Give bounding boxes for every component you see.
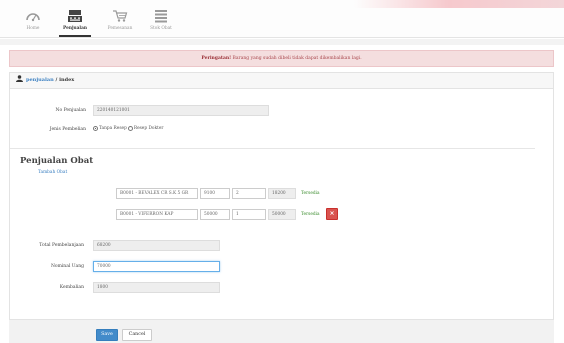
jenis-pembelian-label: Jenis Pembelian (49, 127, 86, 132)
alert-strong: Peringatan! (201, 56, 232, 61)
nav-label-penjualan: Penjualan (63, 26, 87, 31)
header-decoration (354, 0, 564, 8)
top-navbar: Home Penjualan Pemesanan Stok Obat (0, 0, 564, 38)
breadcrumb-page: index (59, 77, 75, 83)
register-icon (68, 10, 82, 22)
cart-icon (113, 10, 128, 22)
total-field: 68200 (93, 240, 220, 251)
obat-qty-field[interactable]: 2 (232, 188, 266, 199)
cancel-button[interactable]: Cancel (122, 329, 152, 341)
sub-header-strip (0, 39, 564, 45)
nav-item-home[interactable]: Home (13, 9, 53, 31)
kembalian-field: 1800 (93, 282, 220, 293)
remove-obat-button[interactable]: × (326, 208, 338, 220)
obat-price-field[interactable]: 50000 (200, 209, 230, 220)
obat-status-badge: Tersedia (301, 191, 320, 196)
dashboard-icon (26, 13, 40, 22)
nominal-input[interactable]: 70000 (93, 261, 220, 272)
save-button[interactable]: Save (96, 329, 118, 341)
no-penjualan-label: No Penjualan (55, 108, 86, 113)
obat-subtotal-field: 50000 (268, 209, 296, 220)
nav-item-pemesanan[interactable]: Pemesanan (100, 9, 140, 31)
obat-qty-field[interactable]: 1 (232, 209, 266, 220)
nav-label-stok-obat: Stok Obat (150, 26, 172, 31)
alert-text: Barang yang sudah dibeli tidak dapat dik… (231, 56, 362, 61)
obat-status-badge: Tersedia (301, 212, 320, 217)
nav-item-penjualan[interactable]: Penjualan (55, 9, 95, 31)
radio-resep-dokter[interactable] (127, 126, 133, 131)
nav-item-stok-obat[interactable]: Stok Obat (141, 9, 181, 31)
radio-resep-dokter-label: Resep Dokter (133, 126, 164, 131)
nav-active-indicator (59, 35, 91, 37)
form-actions-bar: Save Cancel (9, 319, 554, 343)
nav-label-home: Home (26, 26, 40, 31)
user-icon (16, 75, 23, 82)
section-divider (10, 148, 535, 149)
radio-tanpa-resep-label: Tanpa Resep (99, 126, 127, 131)
obat-price-field[interactable]: 9100 (200, 188, 230, 199)
jenis-pembelian-options: Tanpa Resep Resep Dokter (93, 126, 163, 131)
total-label: Total Pembelanjaan (39, 243, 84, 248)
obat-product-field[interactable]: B0001 - BEVALEX CR S.K 5 GR (116, 188, 198, 199)
list-icon (155, 10, 167, 23)
radio-tanpa-resep[interactable] (93, 126, 98, 131)
warning-alert: Peringatan! Barang yang sudah dibeli tid… (9, 50, 554, 67)
nominal-label: Nominal Uang (50, 264, 84, 269)
add-obat-link[interactable]: Tambah Obat (38, 170, 67, 175)
obat-subtotal-field: 18200 (268, 188, 296, 199)
obat-product-field[interactable]: B0001 - VIFERRON KAP (116, 209, 198, 220)
form-panel: penjualan / index (9, 72, 554, 343)
kembalian-label: Kembalian (59, 285, 84, 290)
breadcrumb-section[interactable]: penjualan (26, 77, 54, 83)
nav-label-pemesanan: Pemesanan (107, 26, 133, 31)
breadcrumb: penjualan / index (10, 73, 553, 89)
section-title-obat: Penjualan Obat (20, 156, 94, 166)
no-penjualan-field: 220140121001 (93, 105, 269, 116)
